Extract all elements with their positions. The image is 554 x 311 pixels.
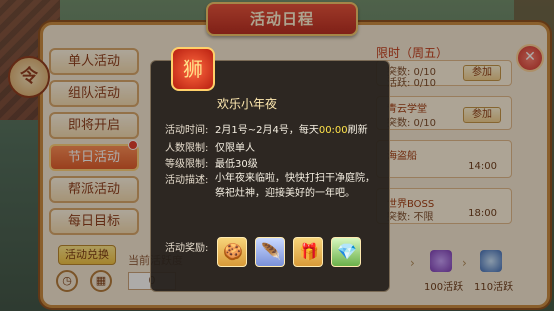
time-highlight: 00:00 [318, 125, 348, 136]
level-value: 最低30级 [215, 159, 258, 170]
level-key: 等级限制: [165, 159, 209, 170]
lion-dance-icon: 狮 [171, 47, 215, 91]
time-prefix: 2月1号~2月4号，每天 [215, 125, 319, 136]
time-row: 活动时间: 2月1号~2月4号，每天00:00刷新 [165, 121, 368, 136]
reward-key: 活动奖励: [165, 243, 209, 254]
crystal-icon: 💎 [337, 242, 357, 261]
people-key: 人数限制: [165, 143, 209, 154]
feather-icon: 🪶 [261, 242, 281, 261]
people-row: 人数限制: 仅限单人 [165, 139, 255, 154]
time-key: 活动时间: [165, 125, 209, 136]
desc-row: 活动描述: [165, 171, 215, 186]
reward-item[interactable]: 🪶 [255, 237, 285, 267]
event-detail-popup: 狮 欢乐小年夜 活动时间: 2月1号~2月4号，每天00:00刷新 人数限制: 仅限… [150, 47, 390, 292]
reward-item[interactable]: 🎁 [293, 237, 323, 267]
reward-item[interactable]: 🍪 [217, 237, 247, 267]
cookie-icon: 🍪 [223, 242, 243, 261]
desc-value: 小年夜来临啦，快快打扫干净庭院，祭祀灶神，迎接美好的一年吧。 [215, 173, 375, 199]
gift-bag-icon: 🎁 [299, 242, 319, 261]
reward-item[interactable]: 💎 [331, 237, 361, 267]
desc-key: 活动描述: [165, 175, 209, 186]
time-suffix: 刷新 [347, 125, 368, 136]
level-row: 等级限制: 最低30级 [165, 155, 258, 170]
popup-title: 欢乐小年夜 [217, 97, 278, 111]
people-value: 仅限单人 [215, 143, 255, 154]
